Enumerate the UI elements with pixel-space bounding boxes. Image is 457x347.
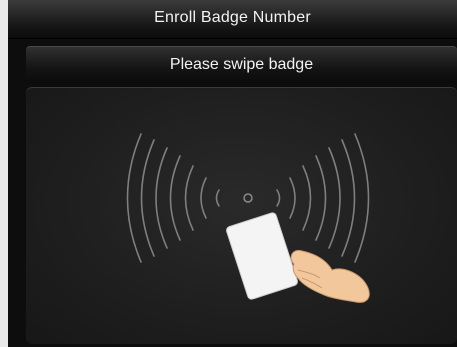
badge-swipe-icon [126, 133, 370, 303]
page-title: Enroll Badge Number [154, 9, 311, 26]
swipe-area[interactable] [26, 87, 457, 344]
signal-waves-right-icon [276, 133, 370, 263]
hand-icon [290, 249, 370, 303]
badge-card-icon [226, 212, 298, 300]
instruction-text: Please swipe badge [169, 56, 314, 73]
device-screen: Enroll Badge Number Please swipe badge [8, 0, 457, 347]
instruction-bar: Please swipe badge [26, 46, 457, 83]
reader-dot-icon [243, 193, 253, 203]
signal-waves-left-icon [126, 133, 220, 263]
title-bar: Enroll Badge Number [8, 0, 457, 39]
